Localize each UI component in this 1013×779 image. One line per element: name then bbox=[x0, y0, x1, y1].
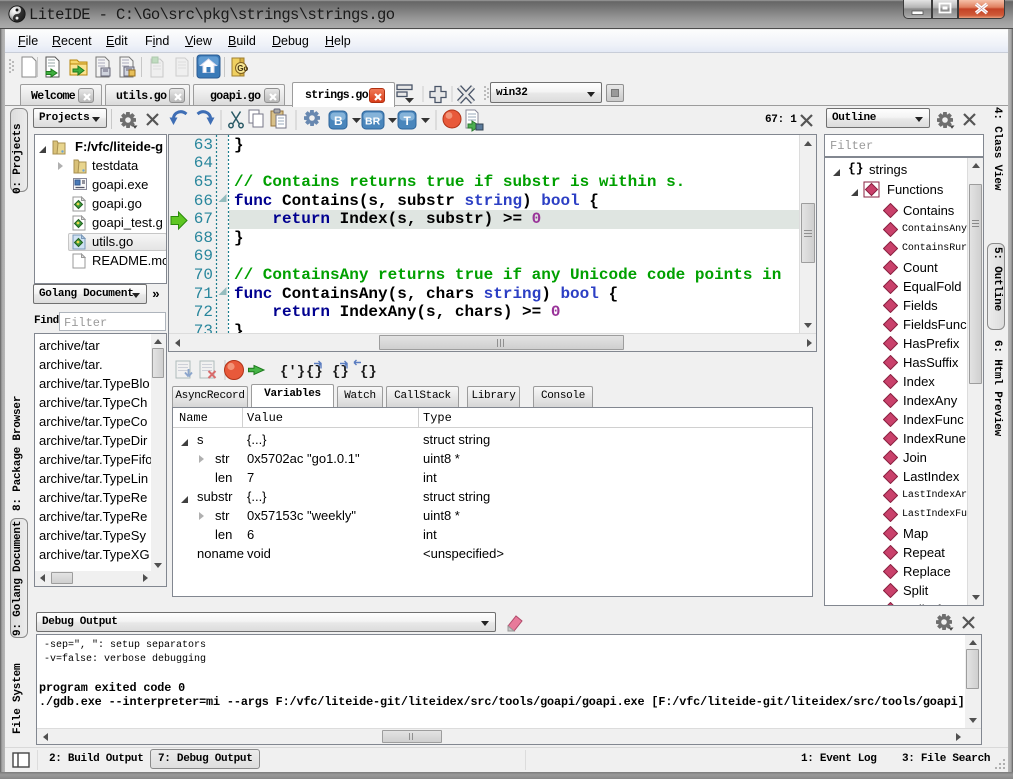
svg-text:{}: {} bbox=[360, 364, 377, 380]
svg-text:BR: BR bbox=[365, 116, 381, 128]
svg-text:T: T bbox=[404, 114, 412, 128]
svg-text:{'}: {'} bbox=[280, 364, 305, 380]
svg-text:{}: {} bbox=[332, 364, 349, 380]
svg-text:B: B bbox=[334, 114, 343, 128]
svg-text:Go: Go bbox=[237, 64, 248, 73]
svg-text:{}: {} bbox=[306, 364, 323, 380]
